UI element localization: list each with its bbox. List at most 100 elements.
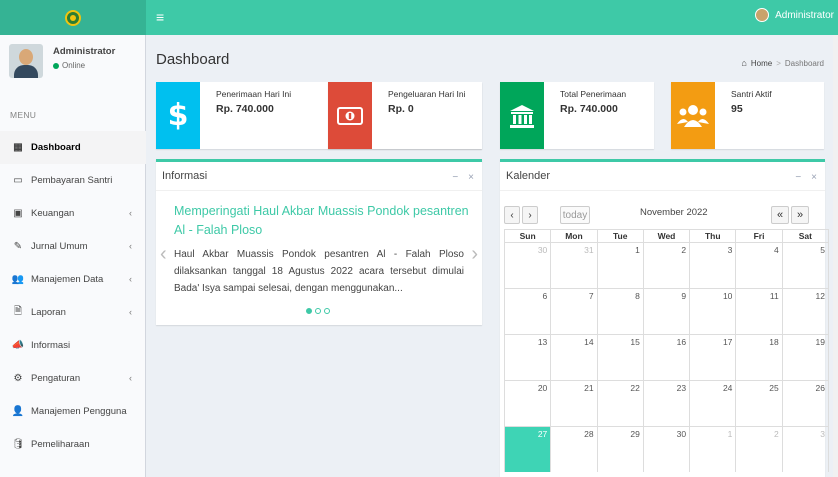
calendar-day-cell[interactable]: 31 (550, 243, 596, 288)
calendar-day-cell[interactable]: 15 (596, 335, 643, 380)
sidebar-item-manajemen-pengguna[interactable]: 👤 Manajemen Pengguna (0, 395, 146, 428)
calendar-day-cell[interactable]: 1 (596, 243, 643, 288)
info-box-label: Santri Aktif (731, 89, 772, 99)
calendar-month-label: November 2022 (640, 207, 708, 218)
calendar-day-cell[interactable]: 20 (504, 381, 550, 426)
minimize-icon[interactable]: − (452, 172, 458, 183)
sidebar-item-keuangan[interactable]: ▣ Keuangan ‹ (0, 197, 146, 230)
calendar-day-cell[interactable]: 24 (689, 381, 735, 426)
online-status-icon (53, 62, 59, 69)
calendar-week-row: 6 7 8 9 10 11 12 (504, 288, 829, 334)
calendar-day-cell[interactable]: 21 (550, 381, 596, 426)
close-icon[interactable]: × (811, 172, 817, 183)
calendar-weekday: Thu (689, 230, 735, 242)
informasi-title: Informasi (162, 170, 208, 182)
kalender-title: Kalender (506, 170, 551, 182)
calendar-day-cell[interactable]: 26 (781, 381, 829, 426)
calendar-week-row: 20 21 22 23 24 25 26 (504, 380, 829, 426)
calendar-day-cell[interactable]: 27 (504, 427, 551, 472)
info-box-label: Total Penerimaan (560, 89, 627, 99)
database-icon: 🛢 (11, 439, 25, 450)
user-menu-name: Administrator (775, 9, 834, 21)
sidebar-item-label: Jurnal Umum (31, 241, 88, 252)
calendar-day-cell[interactable]: 7 (550, 289, 596, 334)
calendar-view-next-button[interactable]: » (791, 206, 809, 224)
calendar-next-button[interactable]: › (522, 206, 538, 224)
carousel-dot[interactable] (306, 308, 312, 314)
calendar-day-cell[interactable]: 6 (504, 289, 550, 334)
bank-icon (500, 82, 544, 149)
calendar-day-cell[interactable]: 5 (781, 243, 829, 288)
calendar-day-cell[interactable]: 30 (642, 427, 689, 472)
calendar-day-cell[interactable]: 22 (596, 381, 643, 426)
page-scrollbar[interactable] (833, 35, 838, 477)
carousel-next-icon[interactable]: › (471, 244, 478, 264)
sidebar-item-label: Pengaturan (31, 373, 81, 384)
calendar-day-cell[interactable]: 3 (781, 427, 829, 472)
calendar-day-cell[interactable]: 17 (689, 335, 735, 380)
minimize-icon[interactable]: − (795, 172, 801, 183)
calendar-day-cell[interactable]: 8 (596, 289, 643, 334)
user-icon: 👤 (11, 406, 25, 417)
sidebar-item-jurnal-umum[interactable]: ✎ Jurnal Umum ‹ (0, 230, 146, 263)
user-menu[interactable]: Administrator (755, 8, 834, 22)
calendar-day-cell[interactable]: 14 (550, 335, 596, 380)
logo-emblem-icon (65, 9, 81, 26)
calendar-day-cell[interactable]: 19 (781, 335, 829, 380)
carousel-dot[interactable] (315, 308, 321, 314)
breadcrumb-home[interactable]: Home (751, 59, 772, 68)
carousel-prev-icon[interactable]: ‹ (160, 244, 167, 264)
calendar-day-cell[interactable]: 25 (735, 381, 781, 426)
sidebar-item-label: Pemeliharaan (31, 439, 90, 450)
calendar-day-cell[interactable]: 30 (504, 243, 550, 288)
sidebar-item-laporan[interactable]: 🗎 Laporan ‹ (0, 296, 146, 329)
calendar-today-button[interactable]: today (560, 206, 590, 224)
calendar-day-cell[interactable]: 23 (642, 381, 689, 426)
calendar-day-cell[interactable]: 13 (504, 335, 550, 380)
calendar-day-cell[interactable]: 16 (642, 335, 689, 380)
sidebar-item-label: Manajemen Data (31, 274, 104, 285)
informasi-text: Haul Akbar Muassis Pondok pesantren Al -… (174, 249, 464, 294)
app-logo[interactable] (0, 0, 146, 35)
calendar-day-cell[interactable]: 1 (689, 427, 735, 472)
sidebar-item-label: Informasi (31, 340, 71, 351)
sidebar-item-dashboard[interactable]: ▦ Dashboard (0, 131, 146, 164)
calendar-day-cell[interactable]: 29 (596, 427, 643, 472)
calendar-day-cell[interactable]: 11 (735, 289, 781, 334)
calendar-week-row: 27 28 29 30 1 2 3 (504, 426, 829, 472)
sidebar-item-pembayaran-santri[interactable]: ▭ Pembayaran Santri (0, 164, 146, 197)
carousel-indicators (306, 308, 330, 314)
calendar-weekday: Sat (781, 230, 829, 242)
user-status: Online (53, 61, 85, 70)
info-box-value: Rp. 740.000 (560, 103, 618, 115)
close-icon[interactable]: × (468, 172, 474, 183)
calendar-weekday: Wed (642, 230, 689, 242)
calendar-day-cell[interactable]: 9 (642, 289, 689, 334)
sidebar-item-pemeliharaan[interactable]: 🛢 Pemeliharaan (0, 428, 146, 461)
calendar-prev-button[interactable]: ‹ (504, 206, 520, 224)
informasi-headline[interactable]: Memperingati Haul Akbar Muassis Pondok p… (174, 202, 469, 240)
sidebar-item-label: Laporan (31, 307, 66, 318)
calendar-view-prev-button[interactable]: « (771, 206, 789, 224)
calendar-day-cell[interactable]: 12 (781, 289, 829, 334)
top-header: ≡ Administrator (0, 0, 838, 35)
edit-icon: ✎ (13, 241, 23, 252)
sidebar-item-informasi[interactable]: 📣 Informasi (0, 329, 146, 362)
calendar-day-cell[interactable]: 3 (689, 243, 735, 288)
calendar-day-cell[interactable]: 2 (735, 427, 781, 472)
calendar-day-cell[interactable]: 4 (735, 243, 781, 288)
sidebar-toggle-button[interactable]: ≡ (156, 9, 164, 25)
calendar-day-cell[interactable]: 10 (689, 289, 735, 334)
home-icon: ⌂ (741, 58, 747, 68)
menu-header: MENU (10, 110, 37, 120)
sidebar-item-label: Pembayaran Santri (31, 175, 113, 186)
carousel-dot[interactable] (324, 308, 330, 314)
sidebar-item-manajemen-data[interactable]: 👥 Manajemen Data ‹ (0, 263, 146, 296)
calendar-grid: Sun Mon Tue Wed Thu Fri Sat 30 31 1 2 3 4 5 6 7 8 9 10 11 12… (504, 229, 829, 472)
chevron-left-icon: ‹ (129, 274, 132, 284)
calendar-day-cell[interactable]: 28 (550, 427, 596, 472)
calendar-day-cell[interactable]: 18 (735, 335, 781, 380)
info-box-value: Rp. 0 (388, 103, 414, 115)
sidebar-item-pengaturan[interactable]: ⚙ Pengaturan ‹ (0, 362, 146, 395)
calendar-day-cell[interactable]: 2 (642, 243, 689, 288)
